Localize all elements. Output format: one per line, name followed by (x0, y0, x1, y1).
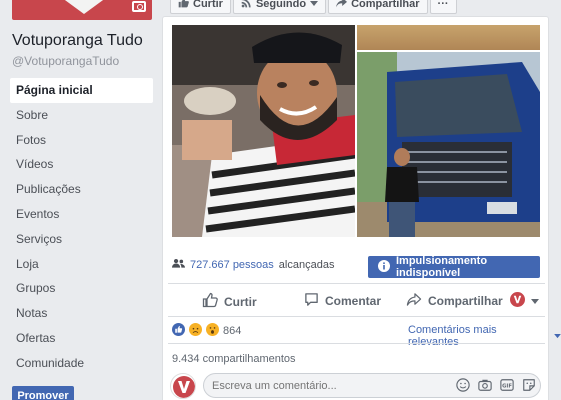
page-action-bar: Curtir Seguindo Compartilhar ··· (170, 0, 457, 16)
following-button[interactable]: Seguindo (232, 0, 327, 14)
gif-icon[interactable]: GIF (500, 378, 514, 392)
nav-item-photos[interactable]: Fotos (10, 128, 153, 153)
nav-item-videos[interactable]: Vídeos (10, 152, 153, 177)
nav-item-community[interactable]: Comunidade (10, 351, 153, 376)
share-page-button[interactable]: Compartilhar (328, 0, 428, 14)
comment-post-button[interactable]: Comentar (304, 292, 381, 310)
reaction-count: 864 (223, 325, 242, 337)
page-title[interactable]: Votuporanga Tudo (12, 32, 143, 50)
comment-bubble-icon (304, 292, 319, 310)
nav-item-events[interactable]: Eventos (10, 202, 153, 227)
share-count[interactable]: 9.434 compartilhamentos (172, 353, 296, 365)
camera-icon[interactable] (478, 378, 492, 392)
info-icon (378, 259, 390, 275)
nav-item-posts[interactable]: Publicações (10, 177, 153, 202)
profile-picture[interactable] (12, 0, 152, 20)
nav-item-offers[interactable]: Ofertas (10, 326, 153, 351)
comment-sort-dropdown[interactable]: Comentários mais relevantes (408, 324, 561, 348)
share-arrow-icon (336, 0, 348, 11)
page-handle[interactable]: @VotuporangaTudo (12, 54, 119, 68)
nav-item-home[interactable]: Página inicial (10, 78, 153, 103)
comment-post-label: Comentar (325, 294, 382, 308)
rss-icon (241, 0, 252, 11)
svg-text:GIF: GIF (502, 384, 512, 390)
share-page-label: Compartilhar (351, 0, 420, 10)
post-photo-strip[interactable] (357, 25, 540, 50)
camera-icon[interactable] (132, 1, 146, 12)
divider (168, 343, 545, 344)
like-reaction-icon (172, 323, 185, 339)
share-arrow-outline-icon (406, 292, 422, 310)
divider (168, 316, 545, 317)
comment-sort-label: Comentários mais relevantes (408, 324, 497, 348)
reach-count[interactable]: 727.667 pessoas (190, 259, 274, 271)
caret-down-icon (531, 294, 539, 308)
nav-item-groups[interactable]: Grupos (10, 276, 153, 301)
nav-item-services[interactable]: Serviços (10, 227, 153, 252)
page-avatar-small (510, 292, 525, 310)
like-post-label: Curtir (224, 294, 257, 309)
nav-item-shop[interactable]: Loja (10, 252, 153, 277)
comment-composer: GIF (170, 373, 542, 399)
divider (168, 283, 545, 284)
following-label: Seguindo (255, 0, 307, 10)
sad-reaction-icon (189, 323, 202, 339)
caret-down-icon (554, 330, 561, 342)
post-photo-truck[interactable] (357, 52, 540, 237)
like-post-button[interactable]: Curtir (202, 292, 257, 311)
emoji-icon[interactable] (456, 378, 470, 392)
post-actions: Curtir Comentar Compartilhar (170, 286, 542, 314)
post-photo-selfie[interactable] (172, 25, 355, 237)
people-icon (172, 258, 185, 272)
page-nav: Página inicial Sobre Fotos Vídeos Public… (10, 78, 153, 376)
wow-reaction-icon (206, 323, 219, 339)
share-post-label: Compartilhar (428, 294, 503, 308)
more-options-button[interactable]: ··· (429, 0, 457, 14)
avatar[interactable] (170, 373, 196, 399)
nav-item-notes[interactable]: Notas (10, 301, 153, 326)
reach-suffix: alcançadas (278, 259, 335, 271)
promote-button[interactable]: Promover (12, 386, 74, 400)
boost-unavailable-button[interactable]: Impulsionamento indisponível (368, 255, 540, 279)
boost-label: Impulsionamento indisponível (396, 255, 488, 279)
left-column: Votuporanga Tudo @VotuporangaTudo Página… (0, 0, 162, 400)
caret-down-icon (310, 0, 319, 10)
share-post-button[interactable]: Compartilhar (406, 292, 503, 310)
sticker-icon[interactable] (522, 378, 536, 392)
post-as-selector[interactable] (510, 292, 539, 310)
thumbs-up-icon (178, 0, 189, 11)
like-page-button[interactable]: Curtir (170, 0, 231, 14)
like-page-label: Curtir (193, 0, 223, 10)
composer-tools: GIF (456, 378, 536, 392)
post-reach: 727.667 pessoas alcançadas (172, 258, 334, 272)
logo-v-shape (54, 0, 114, 14)
nav-item-about[interactable]: Sobre (10, 103, 153, 128)
reactions-summary[interactable]: 864 (172, 323, 241, 339)
thumbs-up-outline-icon (202, 292, 218, 311)
facebook-page: Votuporanga Tudo @VotuporangaTudo Página… (0, 0, 561, 400)
